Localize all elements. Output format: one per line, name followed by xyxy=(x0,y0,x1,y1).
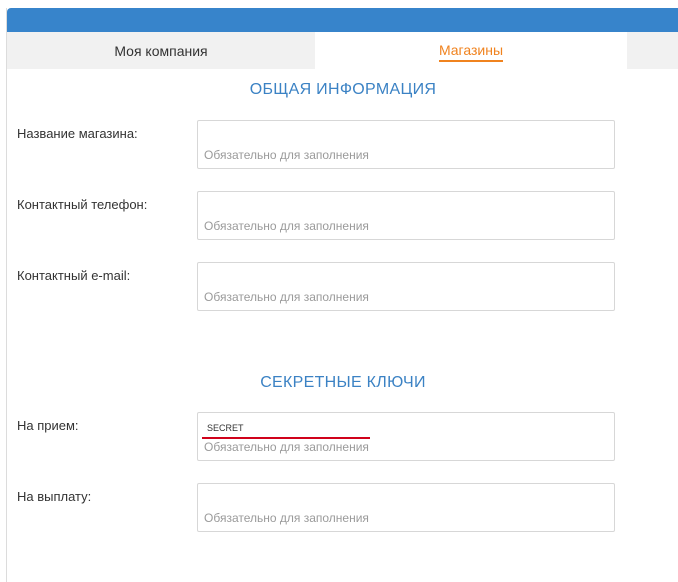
contact-phone-hint: Обязательно для заполнения xyxy=(204,219,369,233)
tab-stores-label: Магазины xyxy=(438,42,504,62)
payout-key-hint: Обязательно для заполнения xyxy=(204,511,369,525)
tab-my-company-label: Моя компания xyxy=(114,42,208,59)
payout-key-input[interactable]: Обязательно для заполнения xyxy=(197,483,615,532)
error-underline xyxy=(202,437,370,439)
header-bar xyxy=(7,8,678,32)
store-name-hint: Обязательно для заполнения xyxy=(204,148,369,162)
contact-phone-input[interactable]: Обязательно для заполнения xyxy=(197,191,615,240)
app-window: Моя компания Магазины ОБЩАЯ ИНФОРМАЦИЯ Н… xyxy=(6,8,678,582)
payout-key-label: На выплату: xyxy=(17,489,92,504)
store-name-input[interactable]: Обязательно для заполнения xyxy=(197,120,615,169)
store-name-label: Название магазина: xyxy=(17,126,138,141)
contact-email-label: Контактный e-mail: xyxy=(17,268,131,283)
receive-key-label: На прием: xyxy=(17,418,79,433)
contact-email-hint: Обязательно для заполнения xyxy=(204,290,369,304)
tab-bar: Моя компания Магазины xyxy=(7,32,678,69)
section-title-general: ОБЩАЯ ИНФОРМАЦИЯ xyxy=(249,81,437,98)
contact-email-input[interactable]: Обязательно для заполнения xyxy=(197,262,615,311)
section-title-secret-keys: СЕКРЕТНЫЕ КЛЮЧИ xyxy=(260,374,426,391)
receive-key-input[interactable]: SECRET Обязательно для заполнения xyxy=(197,412,615,461)
receive-key-hint: Обязательно для заполнения xyxy=(204,440,369,454)
receive-key-value: SECRET xyxy=(207,423,244,433)
tab-stores[interactable]: Магазины xyxy=(315,32,627,69)
contact-phone-label: Контактный телефон: xyxy=(17,197,148,212)
tab-my-company[interactable]: Моя компания xyxy=(7,32,315,69)
